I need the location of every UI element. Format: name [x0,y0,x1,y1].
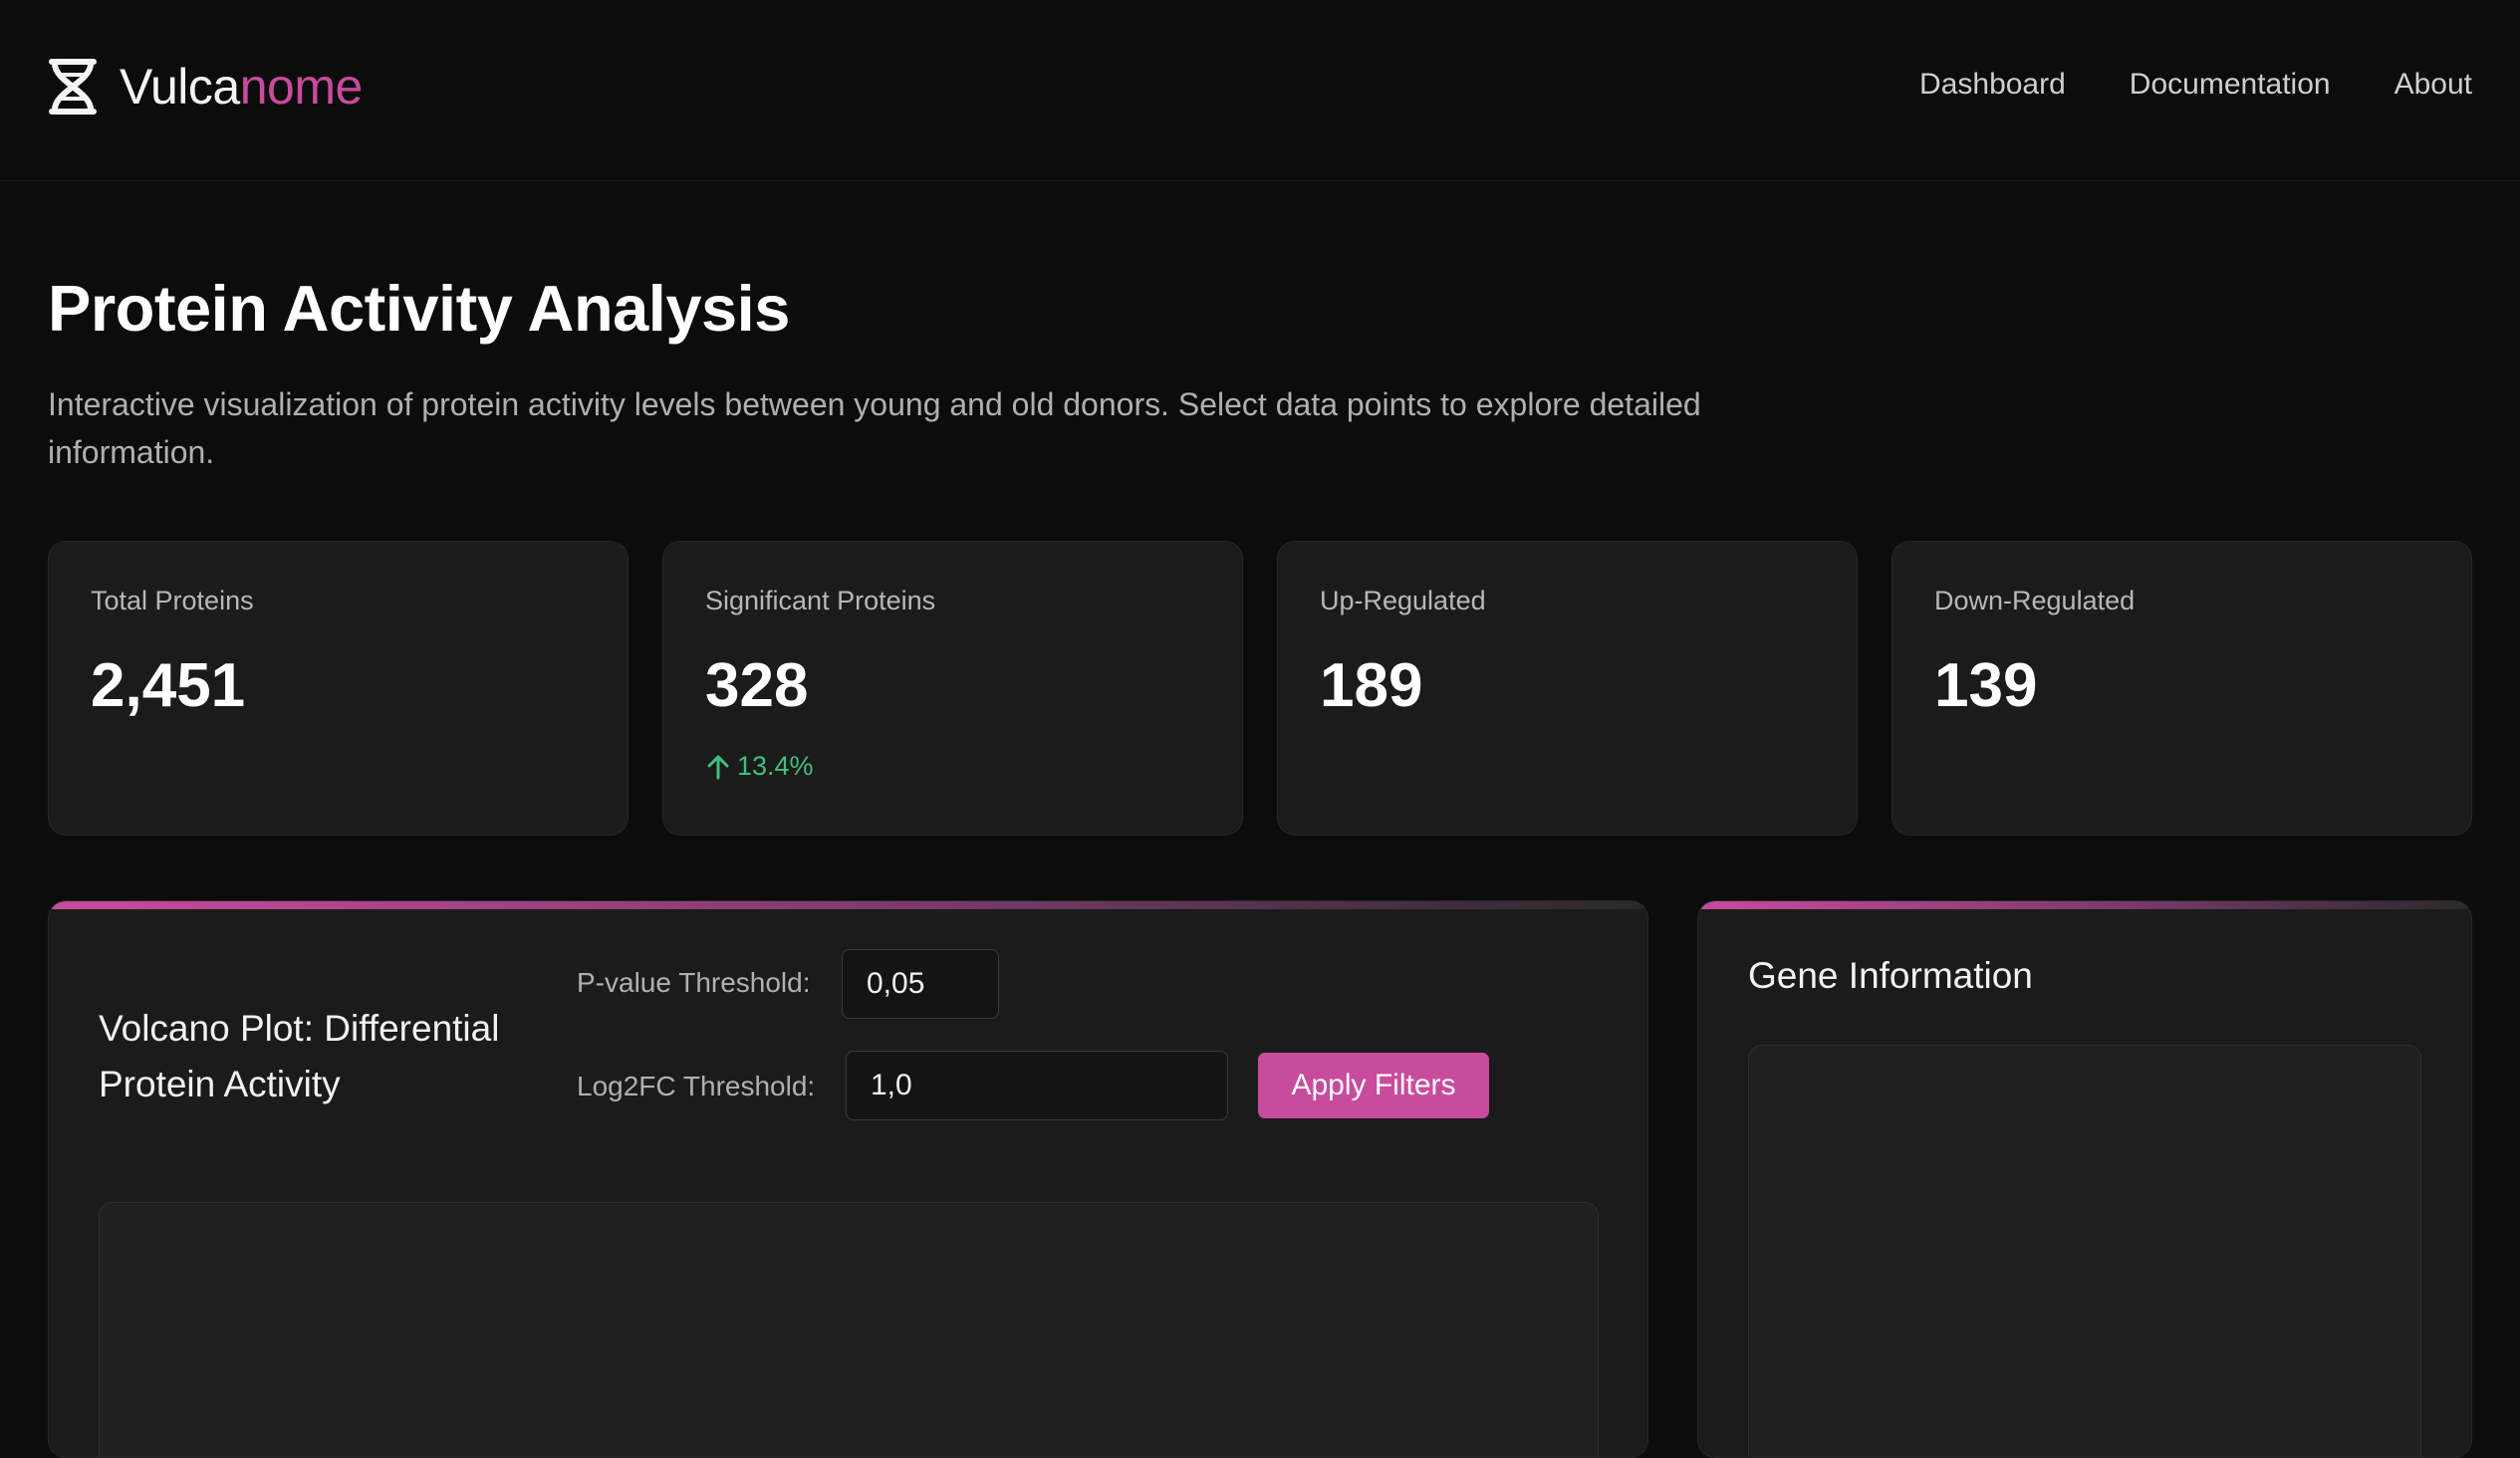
gene-information-title: Gene Information [1748,955,2033,996]
volcano-plot-area[interactable] [99,1202,1599,1457]
volcano-plot-title: Volcano Plot: Differential Protein Activ… [99,1008,500,1104]
top-header: Vulcanome Dashboard Documentation About [0,0,2520,181]
stat-card-down-regulated: Down-Regulated 139 [1891,541,2472,836]
apply-filters-button[interactable]: Apply Filters [1258,1053,1489,1118]
stat-trend-value: 13.4% [737,751,814,781]
log2fc-threshold-input[interactable]: 1,0 [846,1051,1228,1120]
nav-dashboard[interactable]: Dashboard [1919,68,2066,102]
main-nav: Dashboard Documentation About [1919,68,2472,102]
brand-name-main: Vulca [120,59,240,115]
pvalue-threshold-input[interactable]: 0,05 [842,949,999,1019]
volcano-plot-panel: Volcano Plot: Differential Protein Activ… [48,900,1648,1458]
stat-label: Down-Regulated [1934,586,2136,615]
dna-icon [49,59,97,115]
page-description: Interactive visualization of protein act… [48,386,1701,470]
stats-row: Total Proteins 2,451 Significant Protein… [48,541,2472,836]
stat-value: 189 [1320,651,1423,720]
stat-label: Up-Regulated [1320,586,1486,615]
panel-accent-bar [49,901,1647,909]
gene-information-panel: Gene Information [1697,900,2472,1458]
page-title: Protein Activity Analysis [48,272,790,345]
brand-name: Vulcanome [120,58,363,116]
stat-value: 139 [1934,651,2038,720]
stat-card-total: Total Proteins 2,451 [48,541,629,836]
arrow-up-icon [707,755,729,779]
stat-label: Significant Proteins [705,586,936,615]
nav-documentation[interactable]: Documentation [2130,68,2331,102]
brand-logo[interactable]: Vulcanome [46,58,363,116]
brand-name-accent: nome [239,59,364,115]
panel-accent-bar [1698,901,2471,909]
stat-value: 2,451 [91,651,246,720]
stat-card-significant: Significant Proteins 328 13.4% [662,541,1243,836]
pvalue-threshold-label: P-value Threshold: [577,967,811,998]
stat-card-up-regulated: Up-Regulated 189 [1277,541,1858,836]
nav-about[interactable]: About [2394,68,2472,102]
stat-value: 328 [705,651,809,720]
stat-trend: 13.4% [705,751,1200,782]
stat-label: Total Proteins [91,586,254,615]
gene-information-content [1748,1045,2421,1457]
log2fc-threshold-label: Log2FC Threshold: [577,1071,816,1101]
